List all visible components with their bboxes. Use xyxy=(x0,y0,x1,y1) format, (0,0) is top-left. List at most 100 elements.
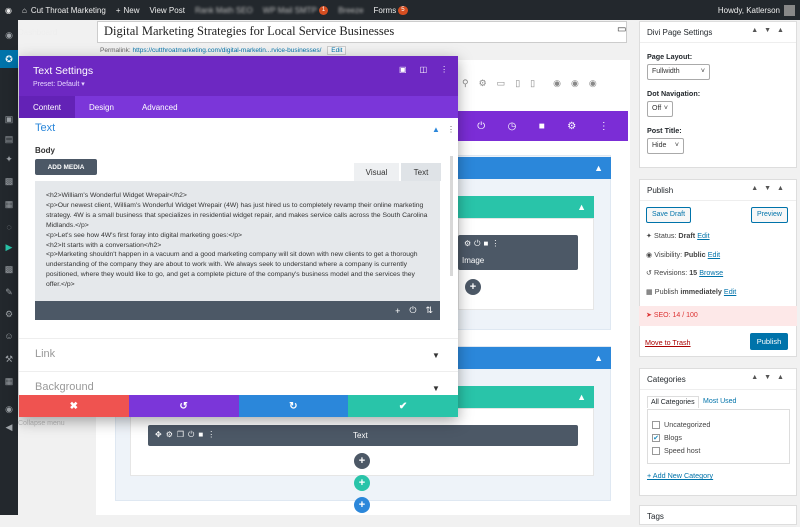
body-textarea[interactable]: <h2>William's Wonderful Widget Wrepair</… xyxy=(35,181,440,301)
row-2-header[interactable]: ▲ xyxy=(458,386,594,408)
collapse-chevron-icon[interactable]: ▲ xyxy=(577,392,586,402)
category-item-speed-host[interactable]: Speed host xyxy=(652,446,700,456)
tab-all-categories[interactable]: All Categories xyxy=(647,396,699,408)
plugin-icon[interactable]: ▦ xyxy=(0,195,18,213)
category-item-blogs[interactable]: ✔ Blogs xyxy=(652,433,682,443)
collapse-chevron-icon[interactable]: ▲ xyxy=(577,202,586,212)
split-view-icon[interactable]: ◫ xyxy=(420,65,428,74)
divi-icon[interactable]: ◌ xyxy=(0,218,18,236)
section-2-header[interactable]: ▲ xyxy=(458,347,611,369)
preview-button[interactable]: Preview xyxy=(751,207,788,223)
checkbox[interactable] xyxy=(652,447,660,456)
chevron-down-icon[interactable]: ▼ xyxy=(432,384,440,393)
appearance-icon[interactable]: ✎ xyxy=(0,283,18,301)
collapse-menu-link[interactable]: Collapse menu xyxy=(18,420,65,427)
divi-logo-icon[interactable]: ◉ xyxy=(0,400,18,418)
chevron-up-icon[interactable]: ▲ xyxy=(432,125,440,134)
category-item-uncategorized[interactable]: Uncategorized xyxy=(652,420,710,430)
box-controls-icon[interactable]: ▲▼▲ xyxy=(751,27,790,34)
media-icon[interactable]: ▣ xyxy=(0,110,18,128)
portability-icon[interactable]: ◉ xyxy=(571,78,579,89)
discard-button[interactable]: ✖ xyxy=(19,395,129,417)
redo-button[interactable]: ↻ xyxy=(238,395,349,417)
fullscreen-icon[interactable]: ▣ xyxy=(399,65,407,74)
collapse-icon[interactable]: ◀ xyxy=(0,418,18,436)
editor-tab-text[interactable]: Text xyxy=(401,163,441,181)
image-module[interactable]: ⚙⏻■⋮ Image xyxy=(458,235,578,270)
add-media-button[interactable]: ADD MEDIA xyxy=(35,159,97,175)
preset-dropdown[interactable]: Preset: Default ▾ xyxy=(33,80,85,88)
post-title-input[interactable]: Digital Marketing Strategies for Local S… xyxy=(97,21,627,43)
new-content-link[interactable]: + New xyxy=(111,0,145,20)
divi-settings-header[interactable]: Divi Page Settings ▲▼▲ xyxy=(640,22,796,43)
categories-header[interactable]: Categories ▲▼▲ xyxy=(640,369,796,390)
checkbox[interactable] xyxy=(652,421,660,430)
box-controls-icon[interactable]: ▲▼▲ xyxy=(751,374,790,381)
tools-icon[interactable]: ⚒ xyxy=(0,350,18,368)
undo-button[interactable]: ↺ xyxy=(128,395,239,417)
desktop-view-icon[interactable]: ▭ xyxy=(497,78,506,89)
sort-icon[interactable]: ⇅ xyxy=(425,305,433,316)
box-controls-icon[interactable]: ▲▼▲ xyxy=(751,185,790,192)
publish-header[interactable]: Publish ▲▼▲ xyxy=(640,180,796,201)
browse-revisions-link[interactable]: Browse xyxy=(699,268,723,277)
search-icon[interactable]: ⚲ xyxy=(462,78,469,89)
add-row-button[interactable]: + xyxy=(354,475,370,491)
add-new-category-link[interactable]: + Add New Category xyxy=(647,471,713,480)
dashboard-icon[interactable]: ◉ xyxy=(0,26,18,44)
pages-icon[interactable]: ▤ xyxy=(0,130,18,148)
add-module-button[interactable]: + xyxy=(465,279,481,295)
background-section-toggle[interactable]: Background xyxy=(35,381,94,393)
chevron-down-icon[interactable]: ▼ xyxy=(432,351,440,360)
widgets-icon[interactable]: ▩ xyxy=(0,260,18,278)
forms-icon[interactable]: ▶ xyxy=(0,238,18,256)
collapse-chevron-icon[interactable]: ▲ xyxy=(594,163,603,173)
site-name-link[interactable]: ⌂ Cut Throat Marketing xyxy=(17,0,111,20)
tab-content[interactable]: Content xyxy=(19,96,76,118)
view-post-link[interactable]: View Post xyxy=(145,0,190,20)
wp-mail-link[interactable]: WP Mail SMTP 1 xyxy=(258,0,333,20)
settings-icon[interactable]: ▦ xyxy=(0,372,18,390)
move-to-trash-text[interactable]: Move to Trash xyxy=(645,338,691,347)
add-new-category-text[interactable]: + Add New Category xyxy=(647,471,713,480)
more-icon[interactable]: ⋮ xyxy=(440,65,448,74)
text-module-controls[interactable]: ✥⚙❐⏻■⋮ xyxy=(155,430,219,440)
rank-math-link[interactable]: Rank Math SEO xyxy=(190,0,258,20)
checkbox-checked[interactable]: ✔ xyxy=(652,434,660,443)
section-more-icon[interactable]: ⋮ xyxy=(447,125,455,134)
permalink-edit-button[interactable]: Edit xyxy=(327,46,347,55)
permalink-url[interactable]: https://cutthroatmarketing.com/digital-m… xyxy=(133,47,322,54)
users-icon[interactable]: ☺ xyxy=(0,327,18,345)
add-section-button[interactable]: + xyxy=(354,497,370,513)
wordpress-logo-icon[interactable]: ◉ xyxy=(0,0,17,20)
plus-icon[interactable]: + xyxy=(395,306,400,316)
modal-scrollbar[interactable] xyxy=(450,156,453,276)
editor-tab-visual[interactable]: Visual xyxy=(354,163,399,181)
text-module[interactable]: ✥⚙❐⏻■⋮ Text xyxy=(148,425,578,446)
power-icon[interactable]: ⏻ xyxy=(409,305,416,316)
forms-link[interactable]: Forms 5 xyxy=(369,0,413,20)
plugins-icon[interactable]: ⚙ xyxy=(0,305,18,323)
dot-navigation-select[interactable]: Off ˅ xyxy=(647,101,673,117)
collapse-chevron-icon[interactable]: ▲ xyxy=(594,353,603,363)
post-title-select[interactable]: Hide ˅ xyxy=(647,138,684,154)
page-layout-select[interactable]: Fullwidth ˅ xyxy=(647,64,710,80)
save-button[interactable]: ✔ xyxy=(348,395,458,417)
zoom-icon[interactable]: ◉ xyxy=(553,78,561,89)
pin-icon[interactable]: ✦ xyxy=(0,150,18,168)
section-1-header[interactable]: ▲ xyxy=(458,157,611,179)
visibility-edit-link[interactable]: Edit xyxy=(708,250,720,259)
row-1-header[interactable]: ▲ xyxy=(458,196,594,218)
seo-score-row[interactable]: ➤ SEO: 14 / 100 xyxy=(639,306,797,326)
move-to-trash-link[interactable]: Move to Trash xyxy=(645,338,691,347)
add-module-button-2[interactable]: + xyxy=(354,453,370,469)
module-controls[interactable]: ⚙⏻■⋮ xyxy=(464,239,502,249)
text-section-toggle[interactable]: Text xyxy=(35,122,55,134)
tab-advanced[interactable]: Advanced xyxy=(128,96,192,118)
save-draft-button[interactable]: Save Draft xyxy=(646,207,692,223)
posts-icon[interactable]: ✪ xyxy=(0,50,18,68)
tags-header[interactable]: Tags xyxy=(640,506,796,527)
sidebar-item-dashboard[interactable]: Dashboard xyxy=(18,28,57,37)
tab-design[interactable]: Design xyxy=(75,96,128,118)
comments-icon[interactable]: ▩ xyxy=(0,172,18,190)
